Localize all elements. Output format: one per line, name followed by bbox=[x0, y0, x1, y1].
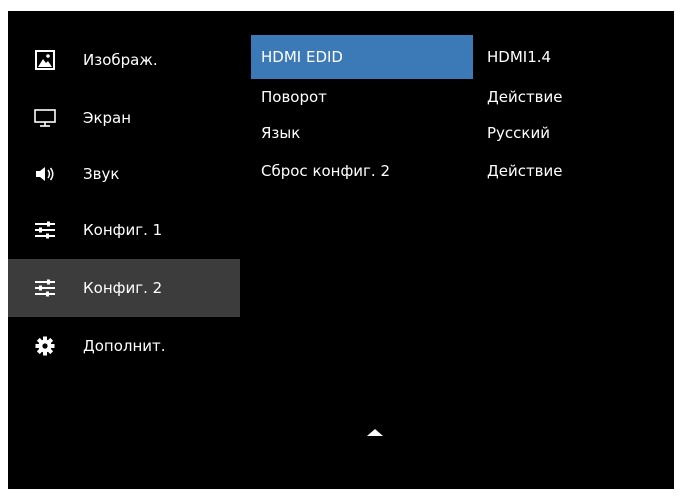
menu-item-label: HDMI EDID bbox=[261, 48, 343, 66]
menu-item-hdmi-edid[interactable]: HDMI EDID bbox=[251, 35, 473, 79]
speaker-icon bbox=[34, 163, 56, 185]
sidebar-item-label: Изображ. bbox=[83, 51, 158, 69]
picture-icon bbox=[34, 49, 56, 71]
menu-item-label: Сброс конфиг. 2 bbox=[261, 162, 391, 180]
sidebar-item-config2[interactable]: Конфиг. 2 bbox=[8, 259, 240, 317]
sidebar-item-label: Дополнит. bbox=[83, 337, 166, 355]
gear-icon bbox=[34, 335, 56, 357]
sidebar-item-label: Звук bbox=[83, 165, 120, 183]
osd-menu: Изображ. Экран Звук Конфиг. 1 Конфиг. 2 … bbox=[8, 11, 674, 489]
sidebar-item-screen[interactable]: Экран bbox=[8, 89, 240, 147]
menu-item-reset-config2[interactable]: Сброс конфиг. 2 bbox=[251, 149, 473, 193]
sidebar-item-label: Экран bbox=[83, 109, 132, 127]
sidebar-item-sound[interactable]: Звук bbox=[8, 145, 240, 203]
sidebar-item-config1[interactable]: Конфиг. 1 bbox=[8, 201, 240, 259]
sidebar-item-label: Конфиг. 1 bbox=[83, 221, 163, 239]
sliders-icon bbox=[34, 219, 56, 241]
sidebar-item-picture[interactable]: Изображ. bbox=[8, 31, 240, 89]
up-arrow-icon[interactable] bbox=[367, 429, 383, 436]
menu-item-value[interactable]: HDMI1.4 bbox=[487, 35, 551, 79]
sliders-icon bbox=[34, 277, 56, 299]
menu-item-label: Поворот bbox=[261, 88, 327, 106]
menu-item-value[interactable]: Действие bbox=[487, 149, 563, 193]
sidebar-item-label: Конфиг. 2 bbox=[83, 279, 163, 297]
sidebar-item-advanced[interactable]: Дополнит. bbox=[8, 317, 240, 375]
menu-item-label: Язык bbox=[261, 124, 301, 142]
monitor-icon bbox=[34, 107, 56, 129]
